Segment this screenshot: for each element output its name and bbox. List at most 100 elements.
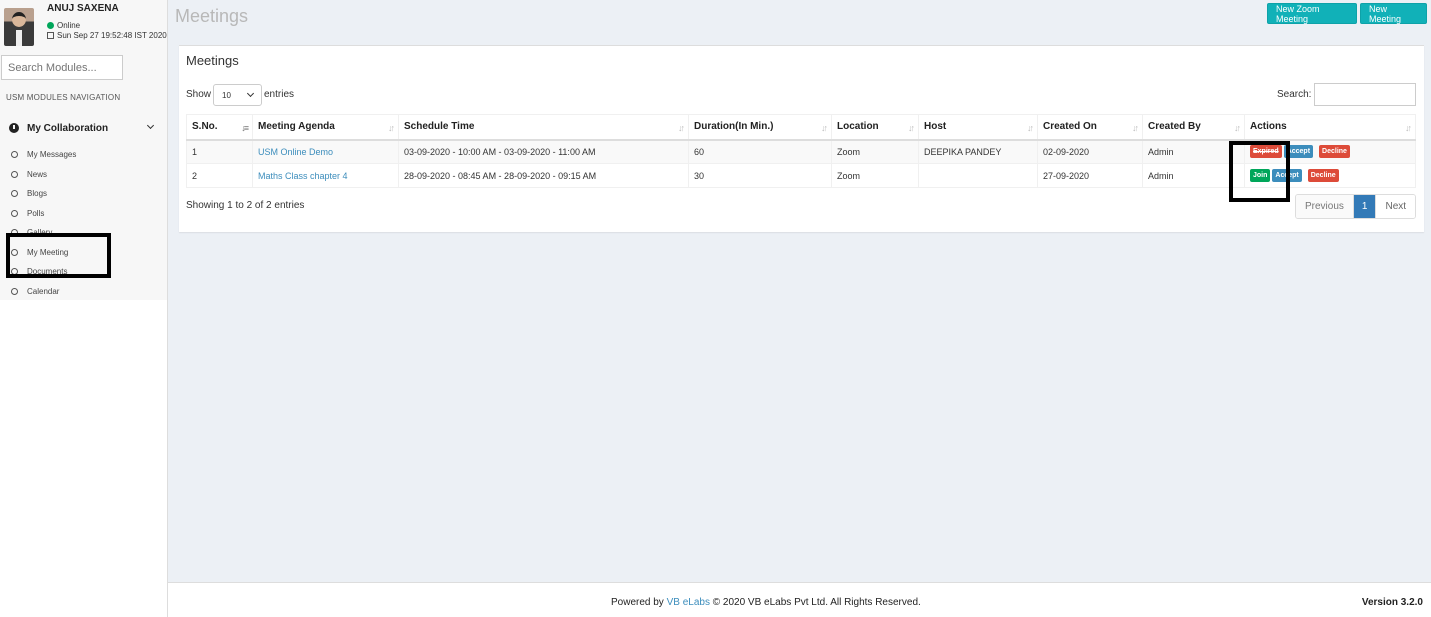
column-header-label: Meeting Agenda	[258, 121, 335, 133]
circle-icon	[11, 151, 18, 159]
meetings-box: Meetings Show 10 entries Search: S.No. ↓≡…	[179, 45, 1424, 232]
avatar[interactable]	[4, 8, 34, 46]
cell-schedule: 28-09-2020 - 08:45 AM - 28-09-2020 - 09:…	[398, 163, 689, 188]
column-header-duration[interactable]: Duration(In Min.) ↓↑	[688, 114, 832, 141]
cell-sno: 2	[186, 163, 253, 188]
new-zoom-meeting-button[interactable]: New Zoom Meeting	[1267, 3, 1357, 24]
sidebar-item-label: My Messages	[27, 150, 77, 160]
sort-icon: ↓↑	[1027, 123, 1034, 133]
sort-icon: ↓↑	[908, 123, 915, 133]
user-status: Online	[47, 21, 80, 30]
sort-icon: ↓↑	[1132, 123, 1139, 133]
search-label: Search:	[1277, 89, 1312, 100]
highlight-box	[6, 233, 111, 278]
column-header-label: Location	[837, 121, 879, 133]
entries-select[interactable]: 10	[213, 84, 262, 106]
column-header-schedule[interactable]: Schedule Time ↓↑	[398, 114, 689, 141]
table-header-row: S.No. ↓≡ Meeting Agenda ↓↑ Schedule Time ↓↑…	[186, 114, 1416, 141]
table-search-input[interactable]	[1314, 83, 1416, 106]
sidebar-item-label: Polls	[27, 208, 45, 218]
cell-created-on: 27-09-2020	[1037, 163, 1143, 188]
sidebar-item-label: Calendar	[27, 286, 60, 296]
column-header-label: S.No.	[192, 121, 218, 133]
calendar-icon	[47, 32, 54, 39]
show-label: Show	[186, 89, 212, 100]
footer: Powered by VB eLabs © 2020 VB eLabs Pvt …	[168, 582, 1431, 617]
page-title: Meetings	[175, 6, 249, 26]
sidebar-item-news[interactable]: News	[0, 165, 167, 185]
sort-icon: ↓↑	[1234, 123, 1241, 133]
cell-created-on: 02-09-2020	[1037, 139, 1143, 164]
column-header-host[interactable]: Host ↓↑	[918, 114, 1038, 141]
column-header-label: Created On	[1043, 121, 1097, 133]
column-header-label: Schedule Time	[404, 121, 475, 133]
entries-label: entries	[264, 89, 295, 100]
column-header-label: Actions	[1250, 121, 1287, 133]
sort-icon: ↓↑	[388, 123, 395, 133]
online-status-icon	[47, 22, 54, 29]
sort-icon: ↓↑	[678, 123, 685, 133]
circle-icon	[11, 287, 18, 295]
column-header-label: Host	[924, 121, 947, 133]
user-status-text: Online	[57, 21, 81, 30]
dashboard-icon	[9, 123, 19, 133]
company-link[interactable]: VB eLabs	[667, 597, 710, 608]
user-datetime: Sun Sep 27 19:52:48 IST 2020	[47, 31, 167, 40]
next-page-button[interactable]: Next	[1376, 195, 1416, 218]
new-meeting-button[interactable]: New Meeting	[1360, 3, 1427, 24]
meeting-agenda-link[interactable]: USM Online Demo	[258, 147, 333, 157]
column-header-agenda[interactable]: Meeting Agenda ↓↑	[252, 114, 399, 141]
cell-host	[918, 163, 1038, 188]
table-info: Showing 1 to 2 of 2 entries	[186, 200, 305, 211]
user-panel: ANUJ SAXENA Online Sun Sep 27 19:52:48 I…	[0, 0, 167, 52]
pagination: Previous 1 Next	[1295, 194, 1417, 219]
footer-text: Powered by VB eLabs © 2020 VB eLabs Pvt …	[611, 597, 921, 608]
sidebar-item-calendar[interactable]: Calendar	[0, 282, 167, 302]
user-name: ANUJ SAXENA	[47, 3, 119, 14]
sidebar-item-my-messages[interactable]: My Messages	[0, 145, 167, 165]
meeting-agenda-link[interactable]: Maths Class chapter 4	[258, 171, 348, 181]
column-header-label: Created By	[1148, 121, 1201, 133]
circle-icon	[11, 190, 18, 198]
nav-group-label: My Collaboration	[27, 122, 109, 134]
box-title: Meetings	[186, 53, 239, 68]
sidebar-item-blogs[interactable]: Blogs	[0, 184, 167, 204]
entries-select-value: 10	[222, 90, 231, 100]
circle-icon	[11, 170, 18, 178]
page-1-button[interactable]: 1	[1352, 195, 1377, 218]
cell-location: Zoom	[831, 163, 919, 188]
decline-button[interactable]: Decline	[1307, 169, 1339, 182]
sidebar-item-label: Blogs	[27, 189, 48, 199]
chevron-down-icon	[246, 89, 255, 98]
sidebar-item-polls[interactable]: Polls	[0, 204, 167, 224]
nav-group-my-collaboration[interactable]: My Collaboration	[0, 118, 167, 138]
cell-location: Zoom	[831, 139, 919, 164]
decline-button[interactable]: Decline	[1319, 145, 1350, 159]
column-header-sno[interactable]: S.No. ↓≡	[186, 114, 253, 141]
previous-page-button[interactable]: Previous	[1296, 195, 1353, 218]
highlight-box	[1229, 141, 1290, 202]
circle-icon	[11, 209, 18, 217]
user-datetime-text: Sun Sep 27 19:52:48 IST 2020	[57, 31, 167, 40]
column-header-actions[interactable]: Actions ↓↑	[1244, 114, 1416, 141]
column-header-label: Duration(In Min.)	[694, 121, 774, 133]
copyright-text: © 2020 VB eLabs Pvt Ltd. All Rights Rese…	[712, 597, 921, 608]
cell-agenda: Maths Class chapter 4	[252, 163, 399, 188]
nav-header: USM MODULES NAVIGATION	[6, 93, 121, 102]
search-modules-input[interactable]	[1, 55, 123, 80]
sort-icon: ↓↑	[821, 123, 828, 133]
sort-asc-icon: ↓≡	[241, 123, 249, 133]
column-header-created-on[interactable]: Created On ↓↑	[1037, 114, 1143, 141]
sort-icon: ↓↑	[1405, 123, 1412, 133]
cell-agenda: USM Online Demo	[252, 139, 399, 164]
cell-duration: 60	[688, 139, 832, 164]
sidebar: ANUJ SAXENA Online Sun Sep 27 19:52:48 I…	[0, 0, 168, 617]
powered-by-text: Powered by	[611, 597, 664, 608]
cell-duration: 30	[688, 163, 832, 188]
cell-host: DEEPIKA PANDEY	[918, 139, 1038, 164]
column-header-location[interactable]: Location ↓↑	[831, 114, 919, 141]
cell-schedule: 03-09-2020 - 10:00 AM - 03-09-2020 - 11:…	[398, 139, 689, 164]
chevron-down-icon	[146, 121, 155, 130]
column-header-created-by[interactable]: Created By ↓↑	[1142, 114, 1245, 141]
cell-sno: 1	[186, 139, 253, 164]
